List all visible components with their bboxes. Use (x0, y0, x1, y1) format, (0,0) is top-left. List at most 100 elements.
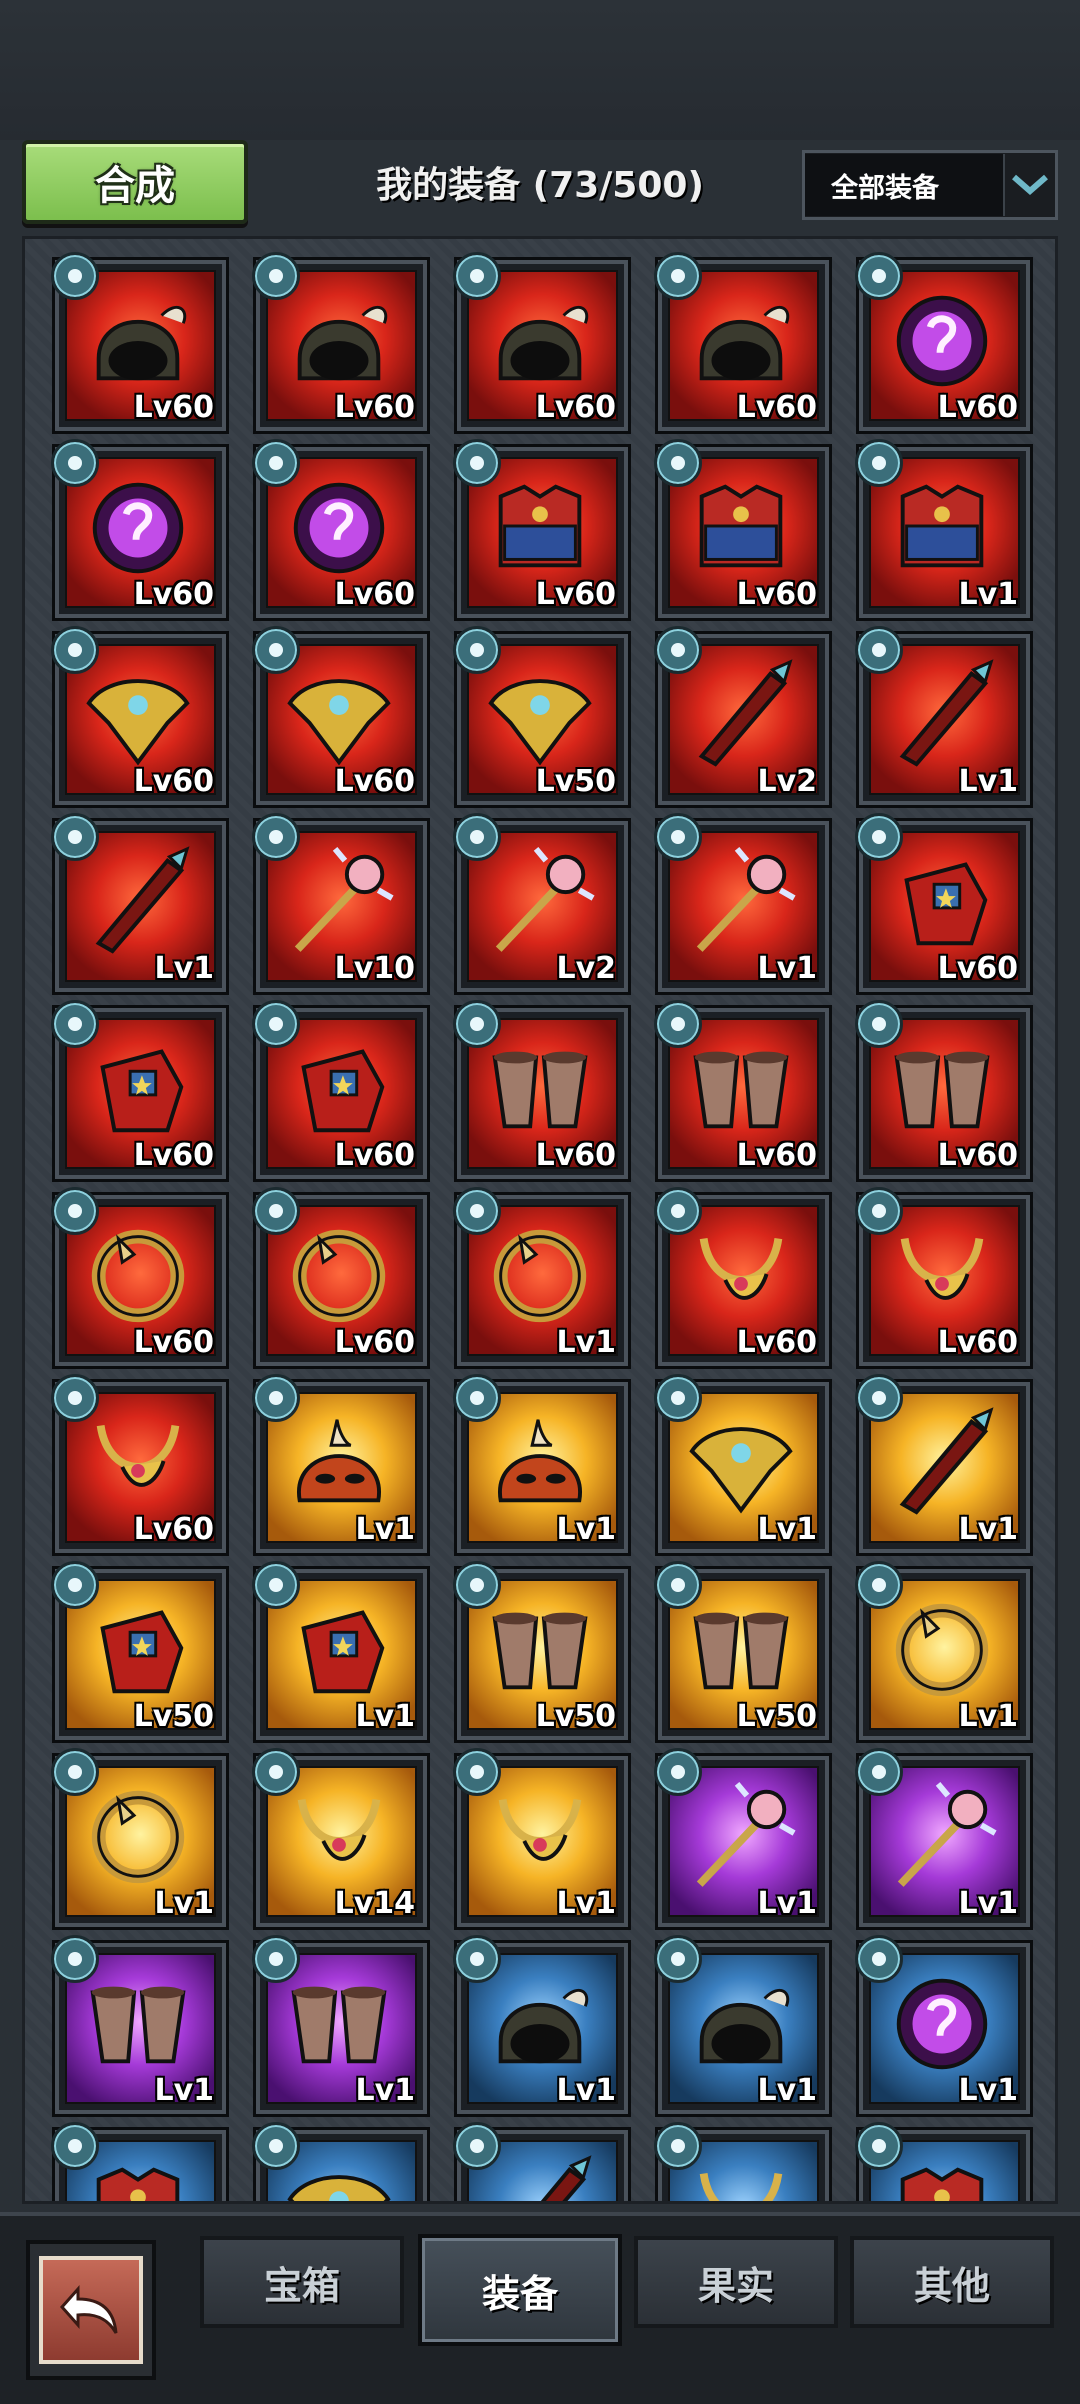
equipment-slot[interactable]: Lv60 (654, 252, 832, 434)
equipment-slot[interactable]: Lv1 (855, 1935, 1033, 2117)
equipment-slot[interactable]: Lv1 (855, 1748, 1033, 1930)
equipment-slot[interactable]: Lv60 (855, 1187, 1033, 1369)
equipment-slot[interactable]: Lv1 (252, 1935, 430, 2117)
ring-icon (79, 1215, 197, 1333)
equipment-slot[interactable] (252, 2122, 430, 2201)
equipment-slot[interactable]: Lv60 (252, 1000, 430, 1182)
slot-type-icon (252, 1935, 300, 1983)
equipment-slot[interactable] (453, 2122, 631, 2201)
equipment-slot[interactable]: Lv1 (51, 1935, 229, 2117)
gauntlet-icon (883, 841, 1001, 959)
equipment-slot[interactable]: Lv50 (51, 1561, 229, 1743)
equipment-slot[interactable]: Lv1 (51, 813, 229, 995)
equipment-grid-panel[interactable]: Lv60 Lv60 Lv60 Lv60 Lv60 Lv60 Lv60 Lv60 Lv60 Lv1 L… (22, 236, 1058, 2204)
equipment-slot[interactable]: Lv60 (654, 439, 832, 621)
slot-type-icon (855, 439, 903, 487)
tab-3[interactable]: 其他 (850, 2236, 1054, 2328)
equipment-slot[interactable]: Lv60 (252, 1187, 430, 1369)
item-level: Lv60 (133, 1138, 214, 1173)
equipment-slot[interactable]: Lv1 (51, 1748, 229, 1930)
equipment-slot[interactable]: Lv60 (51, 1187, 229, 1369)
slot-type-icon (252, 2122, 300, 2170)
equipment-slot[interactable]: Lv60 (252, 626, 430, 808)
item-level: Lv60 (133, 577, 214, 612)
slot-type-icon (855, 626, 903, 674)
item-level: Lv1 (556, 1325, 616, 1360)
back-button[interactable] (26, 2240, 156, 2380)
chevron-down-icon[interactable] (1005, 173, 1055, 197)
equipment-slot[interactable]: Lv1 (453, 1187, 631, 1369)
slot-type-icon (855, 1748, 903, 1796)
slot-type-icon (453, 1000, 501, 1048)
equipment-slot[interactable]: Lv1 (252, 1561, 430, 1743)
slot-type-icon (453, 1374, 501, 1422)
item-level: Lv1 (355, 1699, 415, 1734)
equipment-slot[interactable]: Lv2 (453, 813, 631, 995)
equipment-slot[interactable]: Lv1 (453, 1935, 631, 2117)
sword-icon (883, 1402, 1001, 1520)
equipment-slot[interactable]: Lv60 (51, 439, 229, 621)
item-level: Lv1 (757, 2073, 817, 2108)
equipment-slot[interactable]: Lv60 (855, 252, 1033, 434)
equipment-slot[interactable]: Lv60 (654, 1187, 832, 1369)
filter-selected-value: 全部装备 (805, 154, 1005, 216)
mask-icon (481, 1402, 599, 1520)
equipment-slot[interactable]: Lv60 (855, 813, 1033, 995)
slot-type-icon (654, 1000, 702, 1048)
equipment-slot[interactable]: Lv60 (654, 1000, 832, 1182)
slot-type-icon (51, 813, 99, 861)
equipment-slot[interactable]: Lv50 (654, 1561, 832, 1743)
item-level: Lv1 (958, 2073, 1018, 2108)
equipment-slot[interactable]: Lv1 (654, 813, 832, 995)
necklace-icon (682, 2150, 800, 2201)
item-level: Lv50 (535, 1699, 616, 1734)
item-level: Lv60 (736, 1138, 817, 1173)
equipment-slot[interactable]: Lv60 (453, 439, 631, 621)
equipment-slot[interactable]: Lv10 (252, 813, 430, 995)
equipment-slot[interactable]: Lv1 (654, 1374, 832, 1556)
slot-type-icon (654, 252, 702, 300)
slot-type-icon (855, 1561, 903, 1609)
equipment-slot[interactable]: Lv1 (855, 626, 1033, 808)
equipment-slot[interactable]: Lv60 (51, 1000, 229, 1182)
shoulder-icon (280, 2150, 398, 2201)
equipment-slot[interactable]: Lv60 (51, 1374, 229, 1556)
equipment-slot[interactable] (654, 2122, 832, 2201)
equipment-grid: Lv60 Lv60 Lv60 Lv60 Lv60 Lv60 Lv60 Lv60 Lv60 Lv1 L… (51, 252, 1033, 2201)
equipment-slot[interactable]: Lv60 (252, 252, 430, 434)
item-level: Lv60 (535, 577, 616, 612)
equipment-slot[interactable]: Lv60 (252, 439, 430, 621)
equipment-slot[interactable]: Lv1 (654, 1748, 832, 1930)
equipment-slot[interactable]: Lv60 (453, 252, 631, 434)
equipment-slot[interactable]: Lv1 (855, 1561, 1033, 1743)
tab-0[interactable]: 宝箱 (200, 2236, 404, 2328)
equipment-slot[interactable]: Lv60 (855, 1000, 1033, 1182)
equipment-slot[interactable]: Lv50 (453, 626, 631, 808)
gauntlet-icon (79, 1028, 197, 1146)
item-level: Lv60 (334, 577, 415, 612)
slot-type-icon (51, 439, 99, 487)
equipment-slot[interactable]: Lv50 (453, 1561, 631, 1743)
slot-type-icon (453, 1935, 501, 1983)
combine-button[interactable]: 合成 (22, 140, 248, 224)
equipment-slot[interactable] (51, 2122, 229, 2201)
ring-icon (280, 1215, 398, 1333)
equipment-slot[interactable]: Lv14 (252, 1748, 430, 1930)
equipment-slot[interactable]: Lv60 (51, 252, 229, 434)
tab-1[interactable]: 装备 (418, 2234, 622, 2346)
equipment-slot[interactable]: Lv2 (654, 626, 832, 808)
equipment-slot[interactable] (855, 2122, 1033, 2201)
equipment-slot[interactable]: Lv1 (453, 1748, 631, 1930)
equipment-slot[interactable]: Lv1 (855, 1374, 1033, 1556)
equipment-slot[interactable]: Lv1 (855, 439, 1033, 621)
equipment-slot[interactable]: Lv1 (654, 1935, 832, 2117)
equipment-slot[interactable]: Lv1 (453, 1374, 631, 1556)
equipment-slot[interactable]: Lv60 (51, 626, 229, 808)
ring-icon (481, 1215, 599, 1333)
equipment-slot[interactable]: Lv1 (252, 1374, 430, 1556)
equipment-slot[interactable]: Lv60 (453, 1000, 631, 1182)
tab-2[interactable]: 果实 (634, 2236, 838, 2328)
slot-type-icon (654, 1187, 702, 1235)
item-level: Lv1 (757, 1886, 817, 1921)
equipment-filter-dropdown[interactable]: 全部装备 (802, 150, 1058, 220)
